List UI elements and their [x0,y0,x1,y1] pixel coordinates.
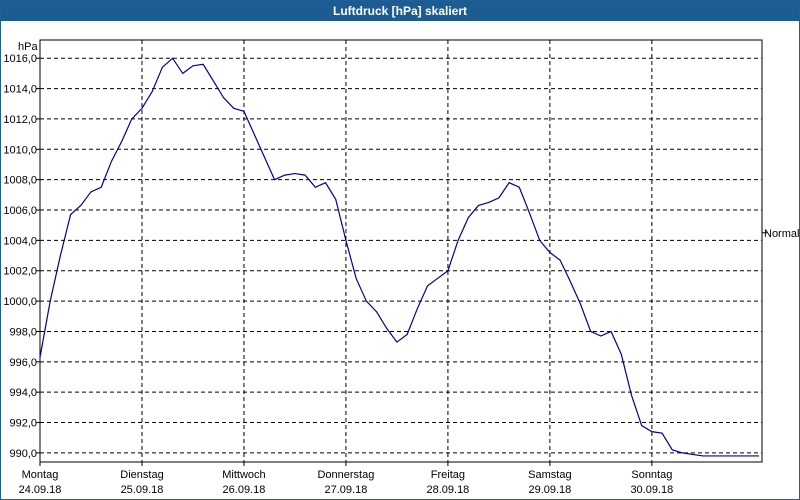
x-tick-date-label: 27.09.18 [325,484,368,496]
normal-annotation: Normal [762,228,799,240]
x-tick-day-label: Mittwoch [222,469,265,481]
x-tick-date-label: 24.09.18 [19,484,62,496]
y-tick-label: 1002,0 [3,266,37,278]
x-tick-day-label: Samstag [528,469,571,481]
x-tick-day-label: Montag [22,469,59,481]
plot-area [39,39,763,463]
y-tick-label: 1004,0 [3,235,37,247]
x-tick-date-label: 29.09.18 [528,484,571,496]
x-tick-day-label: Donnerstag [317,469,374,481]
x-tick-day-label: Dienstag [120,469,163,481]
y-tick-label: 1010,0 [3,144,37,156]
y-tick-label: 1014,0 [3,84,37,96]
x-tick-date-label: 30.09.18 [630,484,673,496]
y-tick-label: 992,0 [9,418,37,430]
y-tick-label: 996,0 [9,357,37,369]
x-tick-date-label: 26.09.18 [223,484,266,496]
normal-label: Normal [764,228,799,240]
y-tick-label: 994,0 [9,387,37,399]
pressure-chart: 990,0 992,0 994,0 996,0 998,0 1000,0 1002,0 100… [3,39,799,496]
y-tick-label: 1006,0 [3,205,37,217]
y-tick-label: 990,0 [9,448,37,460]
x-tick-date-label: 25.09.18 [121,484,164,496]
x-tick-date-label: 28.09.18 [426,484,469,496]
x-tick-day-label: Sonntag [631,469,672,481]
y-tick-label: 998,0 [9,326,37,338]
y-tick-label: 1008,0 [3,175,37,187]
y-tick-label: 1016,0 [3,53,37,65]
x-tick-day-label: Freitag [431,469,465,481]
y-tick-label: 1000,0 [3,296,37,308]
x-axis-ticks: Montag 24.09.18 Dienstag 25.09.18 Mittwoch 26… [19,462,673,496]
y-tick-label: 1012,0 [3,114,37,126]
y-axis-label: hPa [18,41,38,53]
y-axis-ticks: 990,0 992,0 994,0 996,0 998,0 1000,0 1002,0 100… [3,53,40,460]
